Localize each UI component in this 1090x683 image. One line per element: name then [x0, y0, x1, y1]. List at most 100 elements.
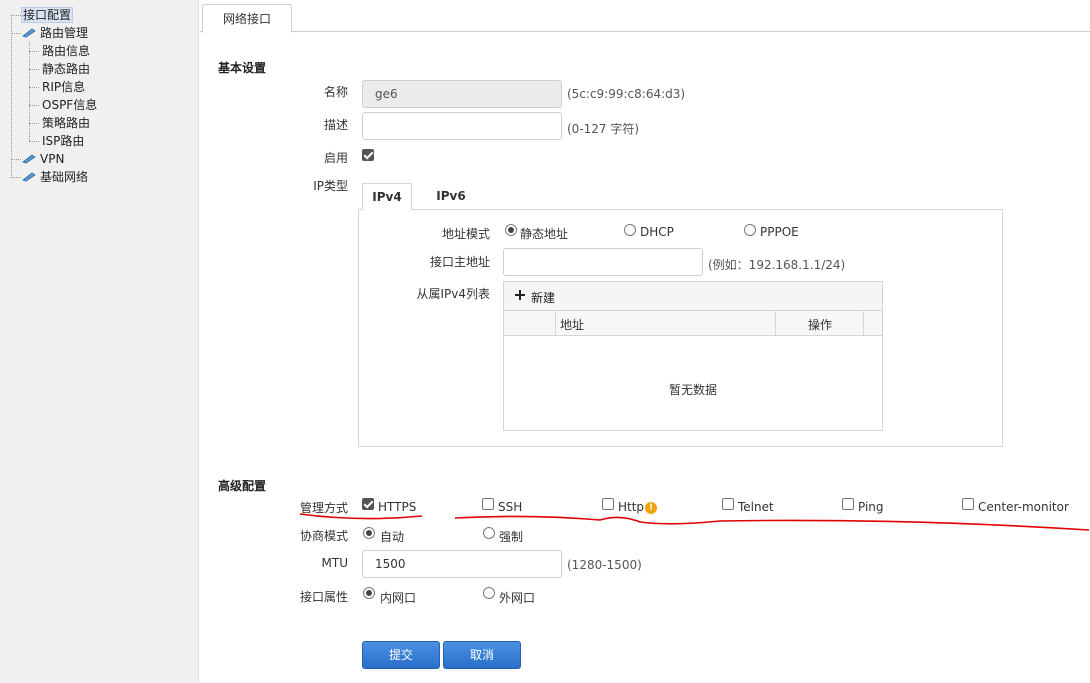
mgmt-ssh-checkbox[interactable]	[482, 498, 494, 510]
warning-icon[interactable]: !	[645, 502, 657, 514]
desc-hint: (0-127 字符)	[567, 122, 640, 136]
nego-force-label: 强制	[499, 530, 524, 544]
mgmt-telnet-label: Telnet	[738, 500, 774, 514]
tree-item-label: OSPF信息	[42, 98, 98, 112]
mgmt-https-label: HTTPS	[378, 500, 417, 514]
tree-line	[29, 42, 30, 141]
main-address-hint: (例如：192.168.1.1/24)	[708, 258, 846, 272]
tree-item-label: VPN	[40, 152, 65, 166]
sub-ipv4-table: 新建 地址 操作 暂无数据	[503, 281, 883, 431]
table-col-select	[504, 311, 556, 335]
new-button[interactable]: 新建	[531, 289, 555, 306]
mode-pppoe-radio[interactable]	[744, 224, 756, 236]
tab-ipv4[interactable]: IPv4	[362, 183, 412, 210]
tree-line	[29, 105, 39, 106]
tab-network-interface[interactable]: 网络接口	[202, 4, 293, 33]
tree-line	[29, 69, 39, 70]
main-address-input[interactable]	[503, 248, 703, 276]
tree-item-label: 基础网络	[40, 170, 89, 184]
tree-line	[29, 51, 39, 52]
mode-static-radio[interactable]	[505, 224, 517, 236]
attr-label: 接口属性	[299, 590, 348, 604]
col-action-header: 操作	[808, 318, 833, 332]
red-underline	[454, 515, 1090, 531]
mgmt-https-checkbox[interactable]	[362, 498, 374, 510]
mode-pppoe-label: PPPOE	[760, 225, 799, 239]
mtu-hint: (1280-1500)	[567, 558, 642, 572]
tree-item-label: 策略路由	[42, 116, 91, 130]
cancel-button[interactable]: 取消	[443, 641, 521, 669]
tree-item-interface-config[interactable]: 接口配置	[21, 6, 74, 24]
sub-ipv4-list-label: 从属IPv4列表	[416, 287, 490, 301]
mgmt-http-checkbox[interactable]	[602, 498, 614, 510]
address-mode-label: 地址模式	[441, 227, 490, 241]
attr-internal-radio[interactable]	[363, 587, 375, 599]
enable-label: 启用	[323, 151, 348, 165]
table-header: 地址 操作	[504, 311, 882, 336]
tree-item-route-mgmt[interactable]: 路由管理	[22, 24, 90, 42]
tree-line	[11, 15, 12, 178]
tree-line	[29, 87, 39, 88]
name-label: 名称	[323, 85, 348, 99]
folder-icon	[22, 172, 36, 182]
section-title-advanced: 高级配置	[218, 479, 267, 493]
tree-item-isp-route[interactable]: ISP路由	[40, 132, 86, 150]
tree-item-ospf-info[interactable]: OSPF信息	[40, 96, 99, 114]
tree-item-policy-route[interactable]: 策略路由	[40, 114, 92, 132]
mode-dhcp-label: DHCP	[640, 225, 674, 239]
tree-line	[11, 33, 21, 34]
mgmt-ping-label: Ping	[858, 500, 884, 514]
section-title-basic: 基本设置	[218, 61, 267, 75]
mgmt-ssh-label: SSH	[498, 500, 523, 514]
tree-item-label: 接口配置	[21, 7, 74, 23]
tree-item-rip-info[interactable]: RIP信息	[40, 78, 87, 96]
mode-dhcp-radio[interactable]	[624, 224, 636, 236]
sidebar: 接口配置 路由管理 路由信息 静态路由 RIP信息 OSPF信息 策略路由 IS…	[0, 0, 199, 683]
nego-auto-radio[interactable]	[363, 527, 375, 539]
nego-label: 协商模式	[299, 529, 348, 543]
folder-icon	[22, 154, 36, 164]
tree-item-basic-network[interactable]: 基础网络	[22, 168, 90, 186]
mgmt-http-label: Http	[618, 500, 645, 514]
tree-item-route-info[interactable]: 路由信息	[40, 42, 92, 60]
desc-label: 描述	[323, 118, 348, 132]
table-empty-text: 暂无数据	[668, 383, 717, 397]
tree-item-label: RIP信息	[42, 80, 86, 94]
name-field: ge6	[362, 80, 562, 108]
main-address-label: 接口主地址	[429, 255, 490, 269]
tree-item-label: 路由管理	[40, 26, 89, 40]
iptype-label: IP类型	[313, 179, 348, 193]
tree-item-vpn[interactable]: VPN	[22, 150, 66, 168]
plus-icon	[515, 290, 525, 300]
submit-button[interactable]: 提交	[362, 641, 440, 669]
tree-item-label: 路由信息	[42, 44, 91, 58]
tab-bar: 网络接口	[200, 0, 1090, 33]
tree-line	[29, 141, 39, 142]
mode-static-label: 静态地址	[520, 227, 569, 241]
mgmt-telnet-checkbox[interactable]	[722, 498, 734, 510]
mgmt-center-monitor-checkbox[interactable]	[962, 498, 974, 510]
col-address-header: 地址	[560, 318, 585, 332]
tab-ipv6[interactable]: IPv6	[426, 183, 476, 210]
table-col-address: 地址	[556, 311, 776, 335]
folder-icon	[22, 28, 36, 38]
description-field[interactable]	[362, 112, 562, 140]
main-panel: 网络接口 基本设置 名称 ge6 (5c:c9:99:c8:64:d3) 描述 …	[200, 0, 1090, 683]
enable-checkbox[interactable]	[362, 149, 374, 161]
mtu-input[interactable]: 1500	[362, 550, 562, 578]
tree-line	[29, 123, 39, 124]
name-hint: (5c:c9:99:c8:64:d3)	[567, 87, 686, 101]
attr-external-radio[interactable]	[483, 587, 495, 599]
nego-auto-label: 自动	[380, 530, 405, 544]
tree-line	[11, 15, 21, 16]
table-toolbar: 新建	[504, 282, 882, 311]
attr-external-label: 外网口	[499, 591, 536, 605]
mtu-label: MTU	[321, 556, 348, 570]
mgmt-center-monitor-label: Center-monitor	[978, 500, 1069, 514]
mgmt-ping-checkbox[interactable]	[842, 498, 854, 510]
nego-force-radio[interactable]	[483, 527, 495, 539]
tree-item-label: ISP路由	[42, 134, 85, 148]
tree-item-static-route[interactable]: 静态路由	[40, 60, 92, 78]
tree-line	[11, 177, 21, 178]
tree-item-label: 静态路由	[42, 62, 91, 76]
